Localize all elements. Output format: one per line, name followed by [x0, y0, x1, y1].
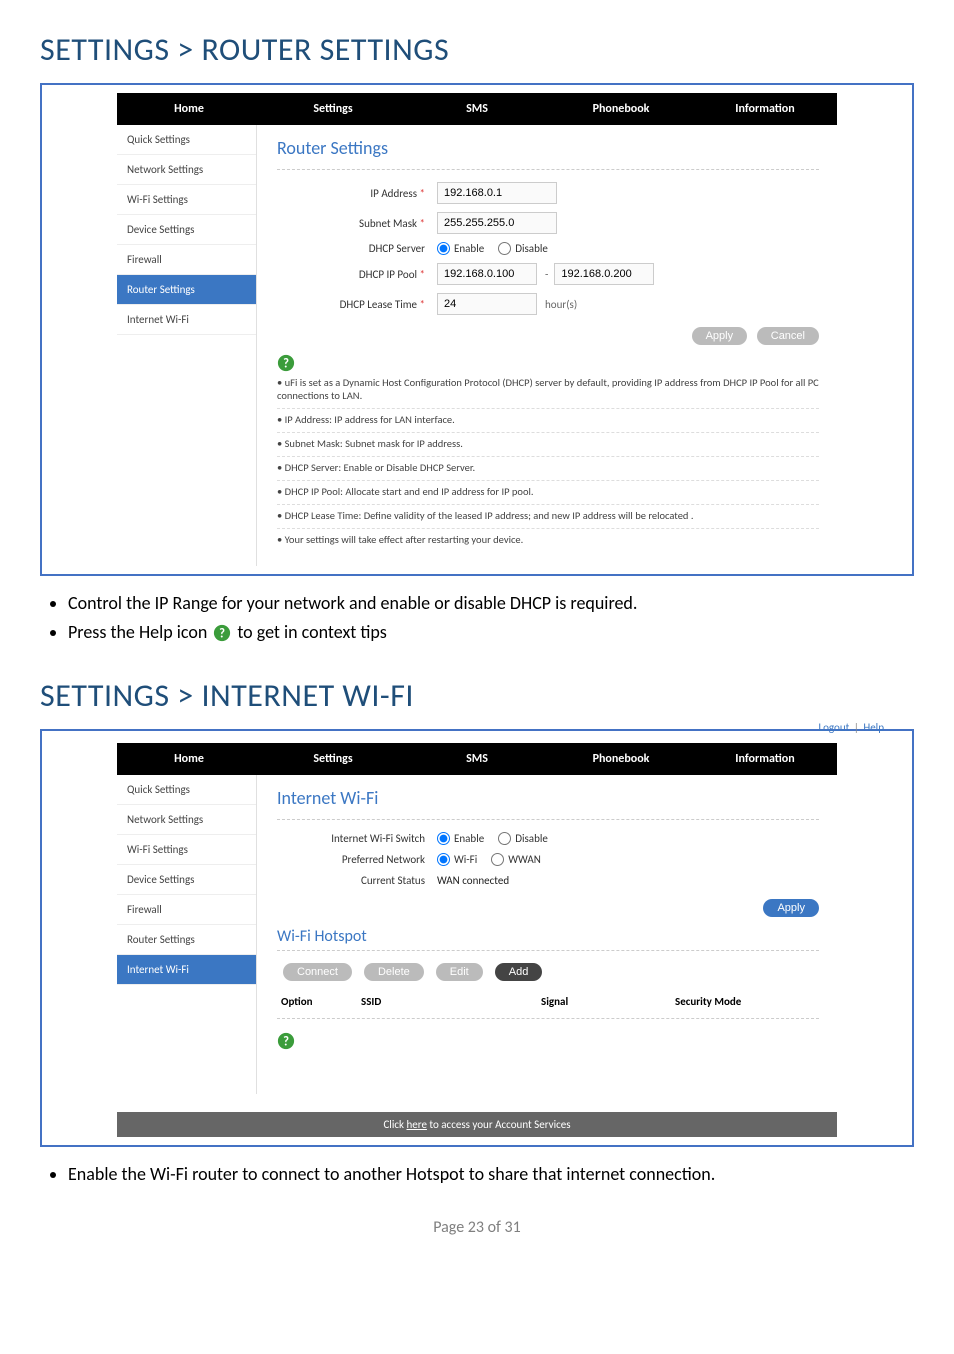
sidebar-router-settings[interactable]: Router Settings — [117, 275, 256, 305]
current-status-value: WAN connected — [437, 874, 509, 887]
connect-button[interactable]: Connect — [283, 963, 352, 981]
bullet-text: Control the IP Range for your network an… — [68, 590, 914, 617]
label-internet-wifi-switch: Internet Wi-Fi Switch — [277, 832, 437, 845]
label-dhcp-lease-time: DHCP Lease Time * — [277, 298, 437, 311]
iwifi-disable-radio[interactable]: Disable — [498, 832, 548, 845]
screenshot-internet-wifi: Logout | Help Home Settings SMS Phoneboo… — [40, 729, 914, 1147]
label-subnet-mask: Subnet Mask * — [277, 217, 437, 230]
lease-hours-label: hour(s) — [545, 298, 577, 311]
divider — [277, 1018, 819, 1019]
section-heading-router: SETTINGS > ROUTER SETTINGS — [40, 30, 914, 69]
doc-bullets-router: Control the IP Range for your network an… — [40, 590, 914, 646]
svg-text:?: ? — [219, 626, 225, 641]
divider — [277, 819, 819, 820]
help-icon: ? — [213, 624, 231, 642]
apply-button[interactable]: Apply — [763, 899, 819, 917]
divider — [277, 169, 819, 170]
label-dhcp-server: DHCP Server — [277, 242, 437, 255]
th-ssid: SSID — [361, 995, 541, 1008]
settings-sidebar: Quick Settings Network Settings Wi-Fi Se… — [117, 775, 257, 1094]
apply-button[interactable]: Apply — [692, 327, 748, 345]
help-line: • DHCP Server: Enable or Disable DHCP Se… — [277, 457, 819, 481]
help-icon[interactable]: ? — [277, 1031, 819, 1050]
help-line: • Subnet Mask: Subnet mask for IP addres… — [277, 433, 819, 457]
dhcp-pool-end-input[interactable] — [554, 263, 654, 285]
main-nav: Home Settings SMS Phonebook Information — [117, 743, 837, 775]
help-line: • DHCP Lease Time: Define validity of th… — [277, 505, 819, 529]
section-heading-internet-wifi: SETTINGS > INTERNET WI-FI — [40, 676, 914, 715]
help-line: • DHCP IP Pool: Allocate start and end I… — [277, 481, 819, 505]
svg-text:?: ? — [283, 1035, 289, 1050]
sidebar-firewall[interactable]: Firewall — [117, 895, 256, 925]
sidebar-quick-settings[interactable]: Quick Settings — [117, 775, 256, 805]
nav-home[interactable]: Home — [117, 93, 261, 125]
preferred-wwan-radio[interactable]: WWAN — [491, 853, 541, 866]
bullet-text: Enable the Wi-Fi router to connect to an… — [68, 1161, 914, 1188]
label-ip-address: IP Address * — [277, 187, 437, 200]
cancel-button[interactable]: Cancel — [757, 327, 819, 345]
screenshot-router-settings: Home Settings SMS Phonebook Information … — [40, 83, 914, 576]
nav-information[interactable]: Information — [693, 743, 837, 775]
page-number: Page 23 of 31 — [40, 1218, 914, 1237]
account-services-footer: Click here to access your Account Servic… — [117, 1112, 837, 1137]
logout-link[interactable]: Logout — [818, 721, 849, 734]
delete-button[interactable]: Delete — [364, 963, 424, 981]
ip-address-input[interactable] — [437, 182, 557, 204]
label-current-status: Current Status — [277, 874, 437, 887]
pool-separator: - — [545, 268, 548, 281]
sidebar-wifi-settings[interactable]: Wi-Fi Settings — [117, 185, 256, 215]
dhcp-pool-start-input[interactable] — [437, 263, 537, 285]
label-dhcp-ip-pool: DHCP IP Pool * — [277, 268, 437, 281]
sidebar-router-settings[interactable]: Router Settings — [117, 925, 256, 955]
hotspot-table-header: Option SSID Signal Security Mode — [277, 989, 819, 1014]
sidebar-network-settings[interactable]: Network Settings — [117, 805, 256, 835]
help-icon[interactable]: ? — [277, 353, 819, 372]
th-signal: Signal — [541, 995, 675, 1008]
nav-phonebook[interactable]: Phonebook — [549, 743, 693, 775]
nav-home[interactable]: Home — [117, 743, 261, 775]
sidebar-device-settings[interactable]: Device Settings — [117, 865, 256, 895]
sidebar-quick-settings[interactable]: Quick Settings — [117, 125, 256, 155]
preferred-wifi-radio[interactable]: Wi-Fi — [437, 853, 477, 866]
edit-button[interactable]: Edit — [436, 963, 483, 981]
settings-sidebar: Quick Settings Network Settings Wi-Fi Se… — [117, 125, 257, 566]
th-option: Option — [281, 995, 361, 1008]
wifi-hotspot-heading: Wi-Fi Hotspot — [277, 927, 819, 946]
page-title: Router Settings — [277, 135, 819, 165]
account-services-link[interactable]: here — [407, 1118, 427, 1131]
page-title: Internet Wi-Fi — [277, 785, 819, 815]
subnet-mask-input[interactable] — [437, 212, 557, 234]
sidebar-internet-wifi[interactable]: Internet Wi-Fi — [117, 305, 256, 335]
help-line: • Your settings will take effect after r… — [277, 529, 819, 552]
nav-sms[interactable]: SMS — [405, 743, 549, 775]
sidebar-wifi-settings[interactable]: Wi-Fi Settings — [117, 835, 256, 865]
sidebar-network-settings[interactable]: Network Settings — [117, 155, 256, 185]
main-nav: Home Settings SMS Phonebook Information — [117, 93, 837, 125]
dhcp-lease-input[interactable] — [437, 293, 537, 315]
iwifi-enable-radio[interactable]: Enable — [437, 832, 484, 845]
th-security-mode: Security Mode — [675, 995, 815, 1008]
divider — [277, 950, 819, 951]
nav-information[interactable]: Information — [693, 93, 837, 125]
nav-settings[interactable]: Settings — [261, 743, 405, 775]
dhcp-disable-radio[interactable]: Disable — [498, 242, 548, 255]
nav-sms[interactable]: SMS — [405, 93, 549, 125]
add-button[interactable]: Add — [495, 963, 543, 981]
help-line: • IP Address: IP address for LAN interfa… — [277, 409, 819, 433]
label-preferred-network: Preferred Network — [277, 853, 437, 866]
top-links: Logout | Help — [818, 721, 884, 734]
sidebar-internet-wifi[interactable]: Internet Wi-Fi — [117, 955, 256, 985]
help-line: • uFi is set as a Dynamic Host Configura… — [277, 372, 819, 409]
nav-settings[interactable]: Settings — [261, 93, 405, 125]
help-link[interactable]: Help — [863, 721, 884, 734]
help-box: • uFi is set as a Dynamic Host Configura… — [277, 372, 819, 552]
doc-bullets-iwifi: Enable the Wi-Fi router to connect to an… — [40, 1161, 914, 1188]
sidebar-device-settings[interactable]: Device Settings — [117, 215, 256, 245]
nav-phonebook[interactable]: Phonebook — [549, 93, 693, 125]
bullet-text: Press the Help icon ? to get in context … — [68, 619, 914, 646]
sidebar-firewall[interactable]: Firewall — [117, 245, 256, 275]
svg-text:?: ? — [283, 357, 289, 372]
dhcp-enable-radio[interactable]: Enable — [437, 242, 484, 255]
